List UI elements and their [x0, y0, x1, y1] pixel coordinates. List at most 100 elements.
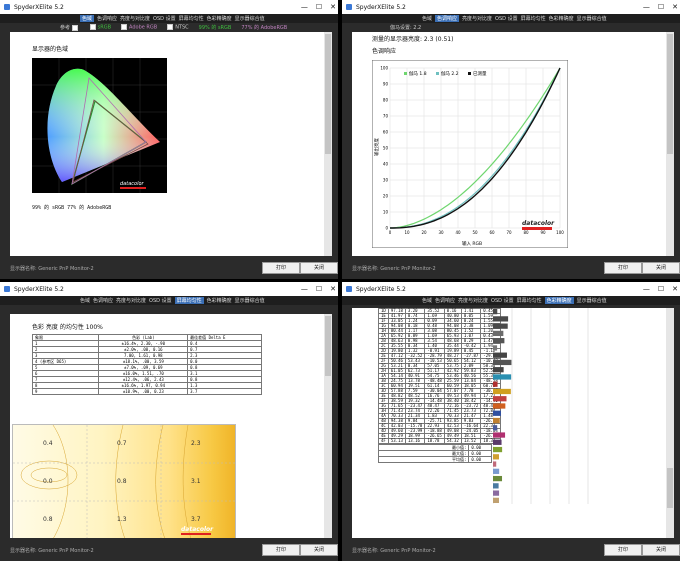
minimize-button[interactable]: — — [301, 282, 308, 296]
scrollbar[interactable] — [324, 32, 332, 256]
delta-e-bar — [493, 490, 500, 496]
tab-color-accuracy[interactable]: 色彩精确度 — [544, 297, 574, 304]
tab-osd-settings[interactable]: OSD 设置 — [149, 297, 172, 304]
option-adobe-rgb[interactable]: Adobe RGB — [121, 24, 157, 31]
tab-color-accuracy[interactable]: 色彩精确度 — [207, 297, 232, 304]
close-window-button[interactable]: ✕ — [672, 282, 678, 296]
display-name: 显示器名称: Generic PnP Monitor-2 — [10, 548, 94, 554]
option-srgb[interactable]: sRGB — [89, 24, 111, 31]
close-window-button[interactable]: ✕ — [330, 282, 336, 296]
table-cell: 4F — [378, 438, 389, 444]
close-button[interactable]: 关闭 — [642, 262, 680, 274]
option-ntsc[interactable]: NTSC — [167, 24, 189, 31]
option-reference[interactable]: 参考 — [60, 24, 80, 31]
tab-uniformity[interactable]: 屏幕均匀性 — [521, 15, 546, 22]
window-title: SpyderXElite 5.2 — [14, 285, 64, 293]
scrollbar[interactable] — [666, 308, 674, 538]
title-bar[interactable]: SpyderXElite 5.2 — ☐ ✕ — [342, 282, 680, 296]
minimize-button[interactable]: — — [643, 282, 650, 296]
tab-gamut[interactable]: 色域 — [422, 297, 432, 304]
tab-overall[interactable]: 显示器综合值 — [235, 15, 265, 22]
title-bar[interactable]: SpyderXElite 5.2 — ☐ ✕ — [0, 282, 338, 296]
delta-e-bar — [493, 367, 504, 373]
tab-brightness-contrast[interactable]: 亮度与对比度 — [458, 297, 488, 304]
tab-uniformity[interactable]: 屏幕均匀性 — [517, 297, 542, 304]
tab-osd-settings[interactable]: OSD 设置 — [495, 15, 518, 22]
tab-tone-response[interactable]: 色调响应 — [435, 297, 455, 304]
section-heading: 色调响应 — [372, 48, 397, 55]
tab-osd-settings[interactable]: OSD 设置 — [491, 297, 514, 304]
maximize-button[interactable]: ☐ — [658, 282, 664, 296]
checkbox[interactable] — [71, 24, 78, 31]
gamut-result: 99% 的 sRGB 77% 的 AdobeRGB — [32, 205, 112, 211]
tab-uniformity[interactable]: 屏幕均匀性 — [179, 15, 204, 22]
title-bar[interactable]: SpyderXElite 5.2 — ☐ ✕ — [342, 0, 680, 14]
checkbox[interactable] — [167, 24, 174, 31]
legend-gamma-2-2: 伽马 2.2 — [441, 70, 459, 77]
checkbox[interactable] — [89, 24, 96, 31]
tab-brightness-contrast[interactable]: 亮度与对比度 — [116, 297, 146, 304]
x-tick-label: 20 — [421, 230, 427, 235]
x-tick-label: 0 — [389, 230, 392, 235]
delta-e-bar — [493, 352, 507, 358]
x-tick-label: 90 — [540, 230, 546, 235]
delta-e-bar — [493, 309, 498, 315]
table-cell: 13.16 — [404, 438, 426, 444]
checkbox[interactable] — [121, 24, 127, 31]
x-tick-label: 30 — [438, 230, 444, 235]
tab-color-accuracy[interactable]: 色彩精确度 — [207, 15, 232, 22]
tab-color-accuracy[interactable]: 色彩精确度 — [549, 15, 574, 22]
delta-e-bar — [493, 475, 503, 482]
minimize-button[interactable]: — — [643, 0, 650, 14]
close-window-button[interactable]: ✕ — [330, 0, 336, 14]
y-tick-label: 30 — [383, 178, 389, 183]
close-button[interactable]: 关闭 — [300, 262, 338, 274]
tab-gamut[interactable]: 色域 — [80, 297, 90, 304]
footer: 显示器名称: Generic PnP Monitor-2 打印 关闭 — [342, 539, 680, 561]
maximize-button[interactable]: ☐ — [658, 0, 664, 14]
tab-brightness-contrast[interactable]: 亮度与对比度 — [462, 15, 492, 22]
maximize-button[interactable]: ☐ — [316, 282, 322, 296]
delta-e-bar — [493, 497, 499, 503]
x-tick-label: 40 — [455, 230, 461, 235]
minimize-button[interactable]: — — [301, 0, 308, 14]
maximize-button[interactable]: ☐ — [316, 0, 322, 14]
print-button[interactable]: 打印 — [262, 262, 300, 274]
scrollbar[interactable] — [666, 32, 674, 256]
title-bar[interactable]: SpyderXElite 5.2 — ☐ ✕ — [0, 0, 338, 14]
tab-overall[interactable]: 显示器综合值 — [235, 297, 265, 304]
tab-overall[interactable]: 显示器综合值 — [577, 297, 607, 304]
delta-e-bar — [493, 345, 498, 351]
gamma-setting[interactable]: 伽马设置: 2.2 — [390, 24, 421, 31]
window-title: SpyderXElite 5.2 — [14, 3, 64, 11]
tab-brightness-contrast[interactable]: 亮度与对比度 — [120, 15, 150, 22]
print-button[interactable]: 打印 — [604, 262, 642, 274]
print-button[interactable]: 打印 — [262, 544, 300, 556]
tab-gamut[interactable]: 色域 — [422, 15, 432, 22]
print-button[interactable]: 打印 — [604, 544, 642, 556]
table-cell: 54.32 — [443, 438, 462, 444]
report-panel: 色彩 亮度 的均匀性 100% 象限 色彩 (Lab) 最佳差值 Delta E… — [10, 314, 324, 538]
table-cell: 9 — [31, 388, 100, 395]
quadrant-value: 1.3 — [117, 516, 127, 523]
tab-uniformity[interactable]: 屏幕均匀性 — [174, 297, 204, 304]
tab-tone-response[interactable]: 色调响应 — [93, 297, 113, 304]
tab-tone-response[interactable]: 色调响应 — [435, 15, 460, 22]
y-tick-label: 50 — [383, 146, 389, 151]
tab-overall[interactable]: 显示器综合值 — [577, 15, 607, 22]
close-button[interactable]: 关闭 — [300, 544, 338, 556]
scrollbar[interactable] — [324, 314, 332, 538]
delta-e-bar — [493, 454, 499, 460]
close-window-button[interactable]: ✕ — [672, 0, 678, 14]
gamut-window: SpyderXElite 5.2 — ☐ ✕ 色域 色调响应 亮度与对比度 OS… — [0, 0, 338, 279]
quadrant-value: 0.8 — [117, 478, 127, 485]
tab-gamut[interactable]: 色域 — [80, 15, 95, 22]
y-tick-label: 80 — [383, 98, 389, 103]
tab-tone-response[interactable]: 色调响应 — [97, 15, 117, 22]
close-button[interactable]: 关闭 — [642, 544, 680, 556]
y-axis-label: 输出亮度 — [373, 138, 380, 156]
y-tick-label: 90 — [383, 82, 389, 87]
quadrant-value: 0.8 — [43, 516, 53, 523]
tab-osd-settings[interactable]: OSD 设置 — [153, 15, 176, 22]
gamut-options: 参考 sRGB Adobe RGB NTSC 99% 的 sRGB 77% 的 … — [60, 23, 287, 32]
